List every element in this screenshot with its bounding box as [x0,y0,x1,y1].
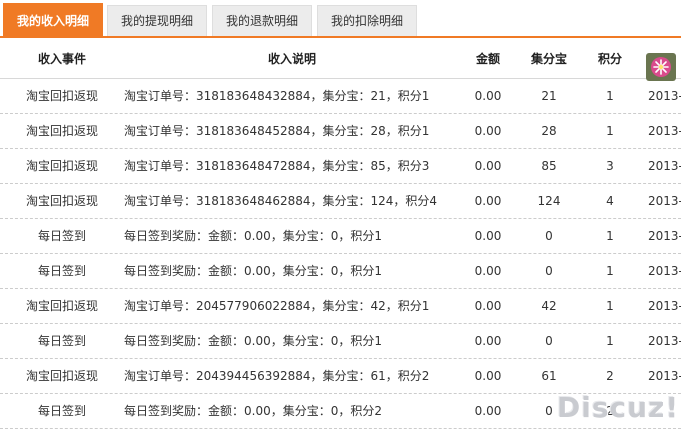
tab-bar: 我的收入明细 我的提现明细 我的退款明细 我的扣除明细 [0,0,681,38]
row-amount: 0.00 [474,403,502,418]
table-row: 淘宝回扣返现 淘宝订单号：318183648462884，集分宝：124，积分4 0… [0,183,681,219]
row-points: 3 [606,158,614,173]
row-description: 淘宝订单号：204394456392884，集分宝：61，积分2 [124,369,430,383]
row-amount: 0.00 [474,193,502,208]
tab-income[interactable]: 我的收入明细 [3,3,103,38]
row-jifenbao: 85 [541,158,557,173]
row-event: 淘宝回扣返现 [25,369,98,383]
row-description: 淘宝订单号：318183648472884，集分宝：85，积分3 [124,159,430,173]
floating-widget-button[interactable] [646,53,676,81]
header-points: 积分 [597,51,622,66]
row-points: 1 [606,88,614,103]
table-row: 淘宝回扣返现 淘宝订单号：204394456392884，集分宝：61，积分2 0.… [0,358,681,394]
row-jifenbao: 61 [541,368,557,383]
row-event: 每日签到 [37,229,86,243]
row-description: 每日签到奖励：金额：0.00，集分宝：0，积分1 [124,334,382,348]
row-amount: 0.00 [474,368,502,383]
flower-icon [651,57,671,77]
row-jifenbao: 124 [537,193,561,208]
row-amount: 0.00 [474,123,502,138]
tab-deduction[interactable]: 我的扣除明细 [317,5,417,36]
row-points: 1 [606,123,614,138]
table-row: 每日签到 每日签到奖励：金额：0.00，集分宝：0，积分1 0.00 0 1 2013- [0,323,681,359]
header-jifenbao: 集分宝 [530,51,567,66]
row-date: 2013- [648,298,681,313]
row-description: 淘宝订单号：318183648462884，集分宝：124，积分4 [124,194,438,208]
row-points: 1 [606,263,614,278]
row-date: 2013- [648,263,681,278]
table-row: 每日签到 每日签到奖励：金额：0.00，集分宝：0，积分1 0.00 0 1 2013- [0,253,681,289]
row-event: 淘宝回扣返现 [25,194,98,208]
row-points: 1 [606,228,614,243]
row-date: 2013- [648,333,681,348]
table-row: 每日签到 每日签到奖励：金额：0.00，集分宝：0，积分1 0.00 0 1 2013- [0,218,681,254]
row-jifenbao: 0 [545,333,553,348]
row-amount: 0.00 [474,333,502,348]
row-event: 淘宝回扣返现 [25,299,98,313]
header-description: 收入说明 [267,51,316,66]
row-event: 每日签到 [37,264,86,278]
table-row: 淘宝回扣返现 淘宝订单号：204577906022884，集分宝：42，积分1 0.… [0,288,681,324]
row-date: 2013- [648,88,681,103]
row-event: 淘宝回扣返现 [25,89,98,103]
table-row: 淘宝回扣返现 淘宝订单号：318183648452884，集分宝：28，积分1 0.… [0,113,681,149]
row-event: 每日签到 [37,404,86,418]
row-event: 每日签到 [37,334,86,348]
watermark-logo: Discuz! [557,391,680,424]
row-description: 淘宝订单号：318183648432884，集分宝：21，积分1 [124,89,430,103]
table-row: 淘宝回扣返现 淘宝订单号：318183648472884，集分宝：85，积分3 0.… [0,148,681,184]
row-points: 2 [606,368,614,383]
row-event: 淘宝回扣返现 [25,124,98,138]
row-amount: 0.00 [474,263,502,278]
row-description: 每日签到奖励：金额：0.00，集分宝：0，积分1 [124,229,382,243]
row-description: 每日签到奖励：金额：0.00，集分宝：0，积分1 [124,264,382,278]
row-jifenbao: 42 [541,298,557,313]
row-jifenbao: 21 [541,88,557,103]
row-event: 淘宝回扣返现 [25,159,98,173]
row-date: 2013- [648,228,681,243]
row-points: 1 [606,333,614,348]
row-amount: 0.00 [474,158,502,173]
row-amount: 0.00 [474,88,502,103]
header-event: 收入事件 [37,51,86,66]
row-points: 4 [606,193,614,208]
row-jifenbao: 0 [545,228,553,243]
row-date: 2013- [648,193,681,208]
row-amount: 0.00 [474,298,502,313]
row-date: 2013- [648,368,681,383]
row-date: 2013- [648,123,681,138]
row-amount: 0.00 [474,228,502,243]
row-description: 淘宝订单号：318183648452884，集分宝：28，积分1 [124,124,430,138]
row-jifenbao: 0 [545,263,553,278]
table-header: 收入事件 收入说明 金额 集分宝 积分 [0,38,681,79]
row-jifenbao: 28 [541,123,557,138]
header-amount: 金额 [475,51,500,66]
row-description: 淘宝订单号：204577906022884，集分宝：42，积分1 [124,299,430,313]
row-date: 2013- [648,158,681,173]
tab-refund[interactable]: 我的退款明细 [212,5,312,36]
table-row: 淘宝回扣返现 淘宝订单号：318183648432884，集分宝：21，积分1 0.… [0,78,681,114]
row-description: 每日签到奖励：金额：0.00，集分宝：0，积分2 [124,404,382,418]
tab-withdraw[interactable]: 我的提现明细 [107,5,207,36]
row-points: 1 [606,298,614,313]
